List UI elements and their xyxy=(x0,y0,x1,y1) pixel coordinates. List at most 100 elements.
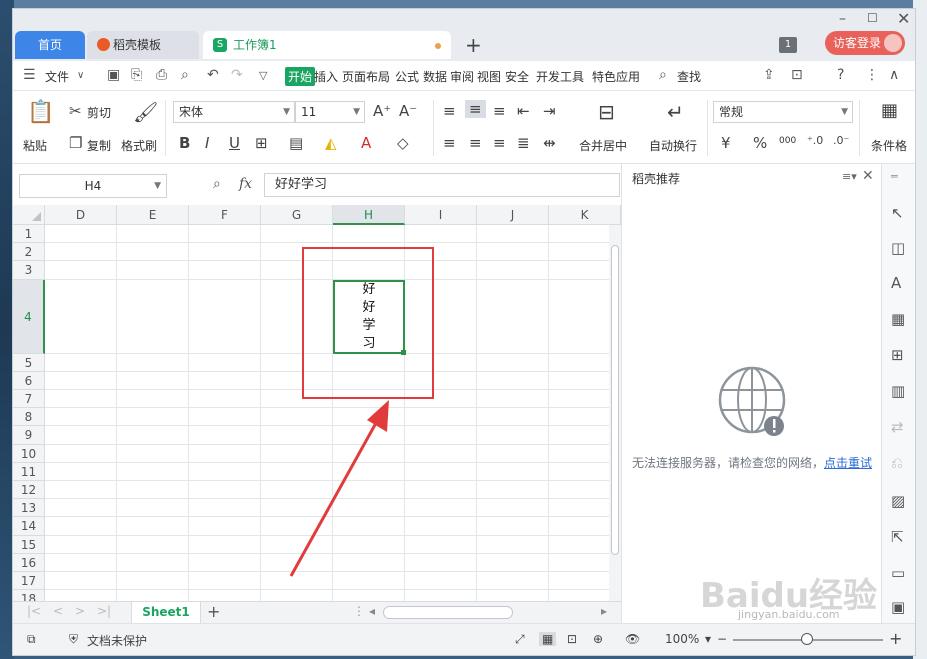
row-header-12[interactable]: 12 xyxy=(13,481,45,500)
menu-developer[interactable]: 开发工具 xyxy=(536,68,584,85)
currency-icon[interactable]: ¥ xyxy=(721,134,731,152)
percent-icon[interactable]: % xyxy=(753,134,767,152)
more-icon[interactable]: ⋮ xyxy=(865,67,879,83)
split-handle-icon[interactable]: ⋮ xyxy=(353,604,365,618)
save-icon[interactable]: ▣ xyxy=(107,67,120,83)
column-header-d[interactable]: D xyxy=(45,205,117,225)
merge-center-button[interactable]: 合并居中 xyxy=(579,137,627,154)
row-header-11[interactable]: 11 xyxy=(13,462,45,481)
apps-icon[interactable]: ⊞ xyxy=(891,346,904,364)
column-header-e[interactable]: E xyxy=(117,205,189,225)
align-middle-icon[interactable]: ≡ xyxy=(465,100,486,118)
help-icon[interactable]: ? xyxy=(837,67,844,83)
fullscreen-icon[interactable]: ⤢ xyxy=(515,632,525,647)
row-header-7[interactable]: 7 xyxy=(13,390,45,409)
page-break-view-icon[interactable]: ⊡ xyxy=(567,632,577,646)
vertical-scrollbar[interactable] xyxy=(609,225,621,603)
increase-decimal-icon[interactable]: ⁺.0 xyxy=(807,134,823,147)
justify-icon[interactable]: ≣ xyxy=(517,134,530,152)
zoom-lookup-icon[interactable]: ⌕ xyxy=(213,176,221,192)
zoom-out-icon[interactable]: − xyxy=(717,632,727,646)
select-all-corner[interactable] xyxy=(13,205,45,225)
row-header-17[interactable]: 17 xyxy=(13,572,45,591)
indent-decrease-icon[interactable]: ⇤ xyxy=(517,102,530,120)
picture-icon[interactable]: ▣ xyxy=(891,598,905,616)
tab-workbook[interactable]: S 工作簿1 xyxy=(203,31,451,59)
indent-increase-icon[interactable]: ⇥ xyxy=(543,102,556,120)
search-icon[interactable]: ⌕ xyxy=(659,67,667,83)
row-header-14[interactable]: 14 xyxy=(13,517,45,536)
decrease-font-icon[interactable]: A⁻ xyxy=(399,102,417,120)
export-icon[interactable]: ⎘ xyxy=(131,67,142,83)
retry-link[interactable]: 点击重试 xyxy=(824,456,872,470)
zoom-level[interactable]: 100% xyxy=(665,632,699,646)
italic-icon[interactable]: I xyxy=(205,134,209,152)
menu-formulas[interactable]: 公式 xyxy=(395,68,419,85)
row-header-1[interactable]: 1 xyxy=(13,225,45,244)
last-sheet-icon[interactable]: >| xyxy=(97,604,111,618)
chart-icon[interactable]: ▥ xyxy=(891,382,905,400)
align-right-icon[interactable]: ≡ xyxy=(493,134,506,152)
menu-security[interactable]: 安全 xyxy=(505,68,529,85)
row-header-6[interactable]: 6 xyxy=(13,371,45,390)
tab-template[interactable]: 稻壳模板 xyxy=(87,31,199,59)
formula-input[interactable]: 好好学习 xyxy=(264,173,620,197)
eye-protection-icon[interactable]: 👁 xyxy=(625,632,640,646)
align-left-icon[interactable]: ≡ xyxy=(443,134,456,152)
search-label[interactable]: 查找 xyxy=(677,68,701,85)
add-tab-icon[interactable]: + xyxy=(465,33,482,57)
copy-button[interactable]: 复制 xyxy=(87,137,111,154)
collaborate-icon[interactable]: ⊡ xyxy=(791,67,803,83)
maximize-icon[interactable]: ☐ xyxy=(867,11,878,25)
increase-font-icon[interactable]: A⁺ xyxy=(373,102,391,120)
share-icon[interactable]: ⇪ xyxy=(763,67,775,83)
minimize-icon[interactable]: – xyxy=(839,11,846,27)
menu-file[interactable]: 文件 xyxy=(45,68,69,85)
distribute-icon[interactable]: ⇹ xyxy=(543,134,556,152)
wrap-text-icon[interactable]: ↵ xyxy=(667,100,684,124)
protection-status[interactable]: 文档未保护 xyxy=(87,632,147,649)
sheet-tab-sheet1[interactable]: Sheet1 xyxy=(131,602,201,623)
login-button[interactable]: 访客登录 xyxy=(825,31,905,55)
row-header-2[interactable]: 2 xyxy=(13,243,45,262)
paste-button[interactable]: 粘贴 xyxy=(23,137,47,154)
cut-button[interactable]: 剪切 xyxy=(87,104,111,121)
menu-data[interactable]: 数据 xyxy=(423,68,447,85)
column-header-g[interactable]: G xyxy=(261,205,333,225)
image-icon[interactable]: ▨ xyxy=(891,492,905,510)
pointer-icon[interactable]: ↖ xyxy=(891,204,904,222)
font-name-select[interactable]: 宋体 ▼ xyxy=(173,101,295,123)
row-header-13[interactable]: 13 xyxy=(13,499,45,518)
close-icon[interactable]: ✕ xyxy=(897,9,910,28)
fx-icon[interactable]: fx xyxy=(239,176,252,192)
collapse-ribbon-icon[interactable]: ∧ xyxy=(889,67,899,83)
shapes-icon[interactable]: ◫ xyxy=(891,239,905,257)
add-sheet-icon[interactable]: + xyxy=(207,602,220,621)
row-header-15[interactable]: 15 xyxy=(13,535,45,554)
row-header-9[interactable]: 9 xyxy=(13,426,45,445)
zoom-dropdown-icon[interactable]: ▾ xyxy=(705,632,711,646)
tab-home[interactable]: 首页 xyxy=(15,31,85,59)
next-sheet-icon[interactable]: > xyxy=(75,604,85,618)
name-box[interactable]: H4 ▼ xyxy=(19,174,167,198)
menu-insert[interactable]: 插入 xyxy=(314,68,338,85)
panel-title[interactable]: 稻壳推荐 xyxy=(632,170,680,187)
merge-center-icon[interactable]: ⊟ xyxy=(598,100,615,124)
column-header-h[interactable]: H xyxy=(333,205,405,225)
print-preview-icon[interactable]: ⌕ xyxy=(181,67,189,83)
table-icon[interactable]: ▦ xyxy=(891,310,905,328)
scroll-left-icon[interactable]: ◂ xyxy=(369,604,375,618)
menu-home[interactable]: 开始 xyxy=(285,67,316,86)
wrap-text-button[interactable]: 自动换行 xyxy=(649,137,697,154)
format-painter-icon[interactable]: 🖌 xyxy=(133,100,158,124)
clear-icon[interactable]: ◇ xyxy=(397,134,409,152)
border-icon[interactable]: ⊞ xyxy=(255,134,268,152)
copy-icon[interactable]: ❐ xyxy=(69,134,82,152)
zoom-slider-knob[interactable] xyxy=(801,633,813,645)
menu-page-layout[interactable]: 页面布局 xyxy=(342,68,390,85)
column-header-k[interactable]: K xyxy=(549,205,621,225)
align-bottom-icon[interactable]: ≡ xyxy=(493,102,506,120)
row-header-5[interactable]: 5 xyxy=(13,353,45,372)
number-format-select[interactable]: 常规 ▼ xyxy=(713,101,853,123)
underline-icon[interactable]: U xyxy=(229,134,240,152)
